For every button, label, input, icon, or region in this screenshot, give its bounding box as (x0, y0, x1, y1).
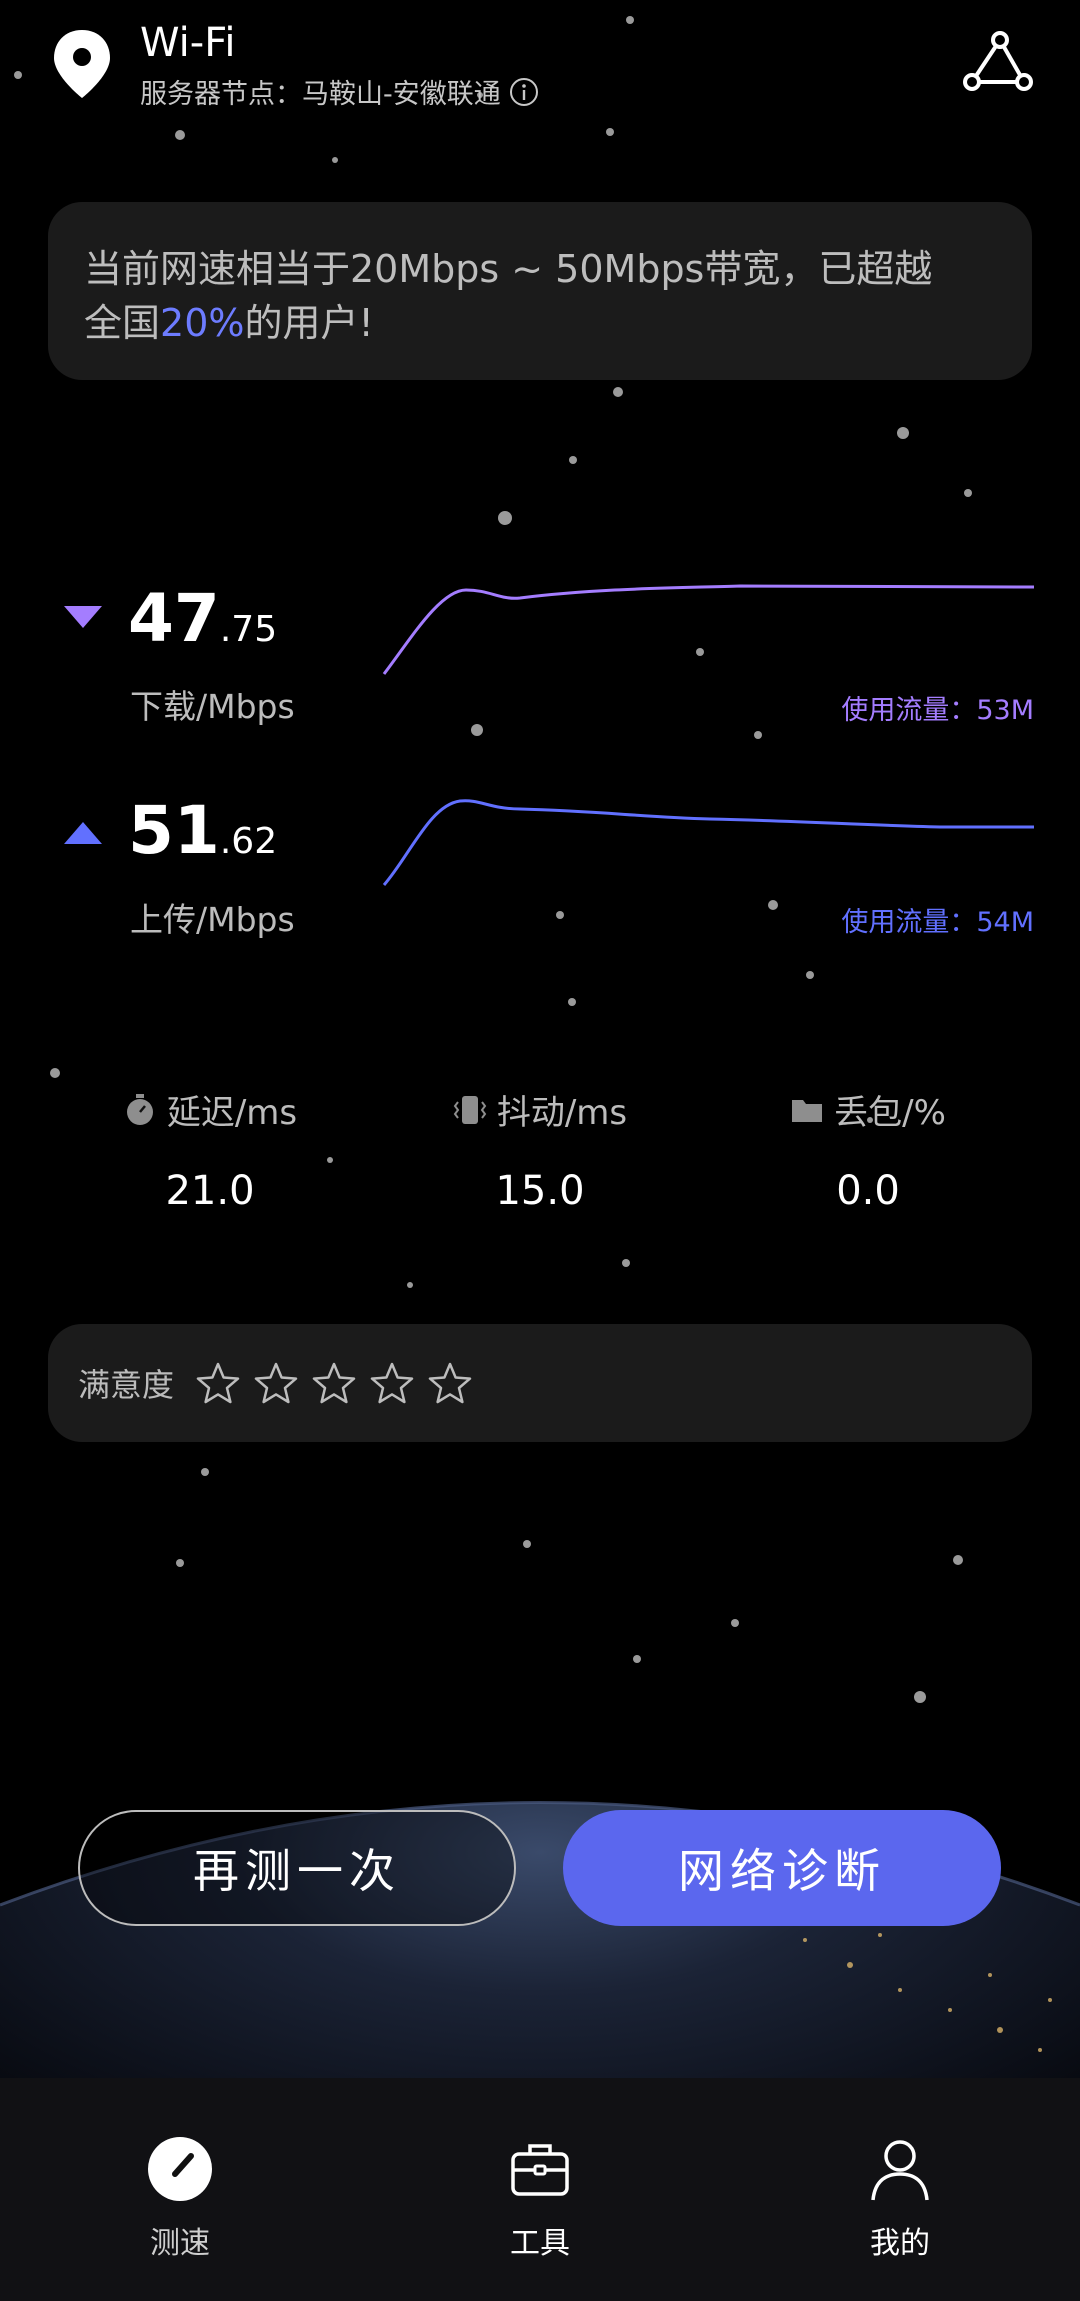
nav-tab-speedtest[interactable]: 测速 (80, 2134, 280, 2262)
upload-label: 上传/Mbps (130, 900, 295, 939)
network-type-title: Wi-Fi (140, 20, 236, 66)
server-node-info[interactable]: 服务器节点：马鞍山-安徽联通 (140, 72, 539, 111)
summary-line-1: 当前网速相当于20Mbps ~ 50Mbps带宽，已超越 (84, 247, 933, 291)
network-diagnosis-button[interactable]: 网络诊断 (563, 1810, 1001, 1926)
upload-speed-value: 51.62 (128, 792, 278, 869)
download-speed-curve (382, 584, 1034, 675)
route-icon[interactable] (962, 30, 1034, 94)
star-icon-3[interactable] (312, 1361, 356, 1405)
nav-tab-tools[interactable]: 工具 (440, 2134, 640, 2262)
download-speed-value: 47.75 (128, 580, 278, 657)
satisfaction-label: 满意度 (78, 1366, 175, 1404)
latency-label: 延迟/ms (166, 1093, 298, 1133)
nav-label-profile: 我的 (870, 2226, 930, 2261)
vibration-icon (453, 1095, 487, 1124)
stopwatch-icon (126, 1093, 153, 1125)
speed-summary-card: 当前网速相当于20Mbps ~ 50Mbps带宽，已超越 全国20%的用户! (48, 202, 1032, 380)
star-icon-5[interactable] (428, 1361, 472, 1405)
packet-loss-value: 0.0 (836, 1168, 900, 1214)
packet-loss-metric: 丢包/% 0.0 (718, 1085, 1018, 1214)
speedometer-icon (148, 2137, 212, 2201)
star-icon-4[interactable] (370, 1361, 414, 1405)
folder-icon (792, 1099, 823, 1122)
star-icon-1[interactable] (196, 1361, 240, 1405)
server-node-label: 服务器节点：马鞍山-安徽联通 (140, 79, 501, 110)
star-icon-2[interactable] (254, 1361, 298, 1405)
toolbox-icon (511, 2144, 569, 2196)
download-usage: 使用流量：53M (841, 695, 1034, 726)
nav-label-tools: 工具 (510, 2226, 570, 2261)
satisfaction-card: 满意度 (48, 1324, 1032, 1442)
upload-usage: 使用流量：54M (841, 907, 1034, 938)
jitter-label: 抖动/ms (496, 1093, 628, 1133)
retest-button[interactable]: 再测一次 (78, 1810, 516, 1926)
upload-arrow-icon (64, 822, 102, 844)
nav-label-speedtest: 测速 (150, 2226, 210, 2261)
summary-line-2: 全国20%的用户! (84, 301, 374, 345)
jitter-metric: 抖动/ms 15.0 (390, 1085, 690, 1214)
jitter-value: 15.0 (495, 1168, 585, 1214)
profile-icon (871, 2140, 929, 2201)
download-arrow-icon (64, 606, 102, 628)
download-label: 下载/Mbps (130, 687, 295, 726)
latency-metric: 延迟/ms 21.0 (60, 1085, 360, 1214)
packet-loss-label: 丢包/% (834, 1093, 946, 1133)
percentile-highlight: 20% (160, 301, 245, 345)
info-icon[interactable] (509, 77, 539, 107)
latency-value: 21.0 (165, 1168, 255, 1214)
location-pin-icon (54, 30, 110, 98)
upload-speed-curve (382, 799, 1034, 886)
nav-tab-profile[interactable]: 我的 (800, 2134, 1000, 2262)
